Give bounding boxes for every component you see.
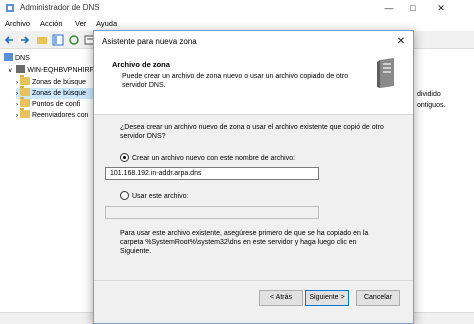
menu-accion[interactable]: Acción	[40, 19, 63, 28]
chevron-right-icon[interactable]: ›	[16, 102, 18, 108]
radio-use-existing[interactable]	[120, 191, 129, 200]
background-text-line2: ontiguos.	[417, 102, 446, 109]
question-text: ¿Desea crear un archivo nuevo de zona o …	[120, 124, 384, 140]
menu-ayuda[interactable]: Ayuda	[96, 19, 117, 28]
tree-root-label: DNS	[15, 55, 30, 62]
dns-icon	[4, 53, 13, 61]
new-zone-wizard-dialog: Asistente para nueva zona ✕ Archivo de z…	[93, 30, 414, 324]
tree-item-label: Zonas de búsque	[31, 90, 87, 97]
show-tree-icon[interactable]	[52, 34, 64, 46]
dialog-close-icon[interactable]: ✕	[393, 34, 409, 49]
next-button[interactable]: Siguiente >	[305, 290, 349, 306]
tree-item-label: Puntos de confi	[31, 101, 81, 108]
tree-item-trust-points[interactable]: › Puntos de confi	[16, 97, 81, 110]
chevron-down-icon[interactable]: ∨	[8, 68, 12, 74]
close-window-button[interactable]: ✕	[430, 0, 452, 17]
menubar: Archivo Acción Ver Ayuda	[0, 17, 474, 31]
existing-file-input[interactable]	[105, 206, 319, 219]
server-tower-icon	[377, 58, 394, 88]
chevron-right-icon[interactable]: ›	[16, 113, 18, 119]
new-file-name-value: 101.168.192.in-addr.arpa.dns	[110, 170, 202, 177]
dialog-titlebar: Asistente para nueva zona ✕	[94, 31, 413, 52]
back-button[interactable]: < Atrás	[259, 290, 303, 306]
menu-ver[interactable]: Ver	[75, 19, 86, 28]
main-titlebar: Administrador de DNS — □ ✕	[0, 0, 474, 17]
tree-item-label: Zonas de búsque	[31, 79, 87, 86]
window-title: Administrador de DNS	[20, 3, 100, 12]
chevron-right-icon[interactable]: ›	[16, 80, 18, 86]
dialog-title: Asistente para nueva zona	[102, 37, 197, 46]
tree-root[interactable]: DNS	[4, 53, 30, 64]
folder-icon	[19, 108, 30, 118]
radio-use-existing-label[interactable]: Usar este archivo:	[132, 192, 188, 201]
folder-up-icon[interactable]	[36, 34, 48, 46]
refresh-icon[interactable]	[68, 34, 80, 46]
radio-create-new[interactable]	[120, 153, 129, 162]
folder-icon	[19, 97, 30, 107]
folder-icon	[19, 86, 30, 96]
back-arrow-icon[interactable]	[4, 34, 16, 46]
background-text-line1: dividido	[417, 91, 441, 98]
menu-archivo[interactable]: Archivo	[5, 19, 30, 28]
header-description: Puede crear un archivo de zona nuevo o u…	[122, 73, 349, 89]
forward-arrow-icon[interactable]	[18, 34, 30, 46]
header-title: Archivo de zona	[112, 60, 170, 69]
radio-create-new-label[interactable]: Crear un archivo nuevo con este nombre d…	[132, 154, 295, 163]
tree-item-forward-zones[interactable]: › Zonas de búsque	[16, 75, 87, 88]
tree-item-conditional-forwarders[interactable]: › Reenviadores con	[16, 108, 89, 121]
server-icon	[16, 65, 26, 73]
dialog-header: Archivo de zona Puede crear un archivo d…	[94, 52, 413, 115]
tree-server-label: WIN-EQHBVPNHIRF	[27, 67, 94, 74]
maximize-button[interactable]: □	[402, 0, 424, 17]
minimize-button[interactable]: —	[378, 0, 400, 17]
tree-item-label: Reenviadores con	[31, 112, 89, 119]
cancel-button[interactable]: Cancelar	[356, 290, 400, 306]
new-file-name-input[interactable]: 101.168.192.in-addr.arpa.dns	[105, 167, 319, 180]
dns-app-icon	[6, 4, 14, 12]
chevron-right-icon[interactable]: ›	[16, 91, 18, 97]
folder-icon	[19, 75, 30, 85]
footer-separator	[94, 280, 413, 281]
note-text: Para usar este archivo existente, asegúr…	[120, 230, 369, 255]
